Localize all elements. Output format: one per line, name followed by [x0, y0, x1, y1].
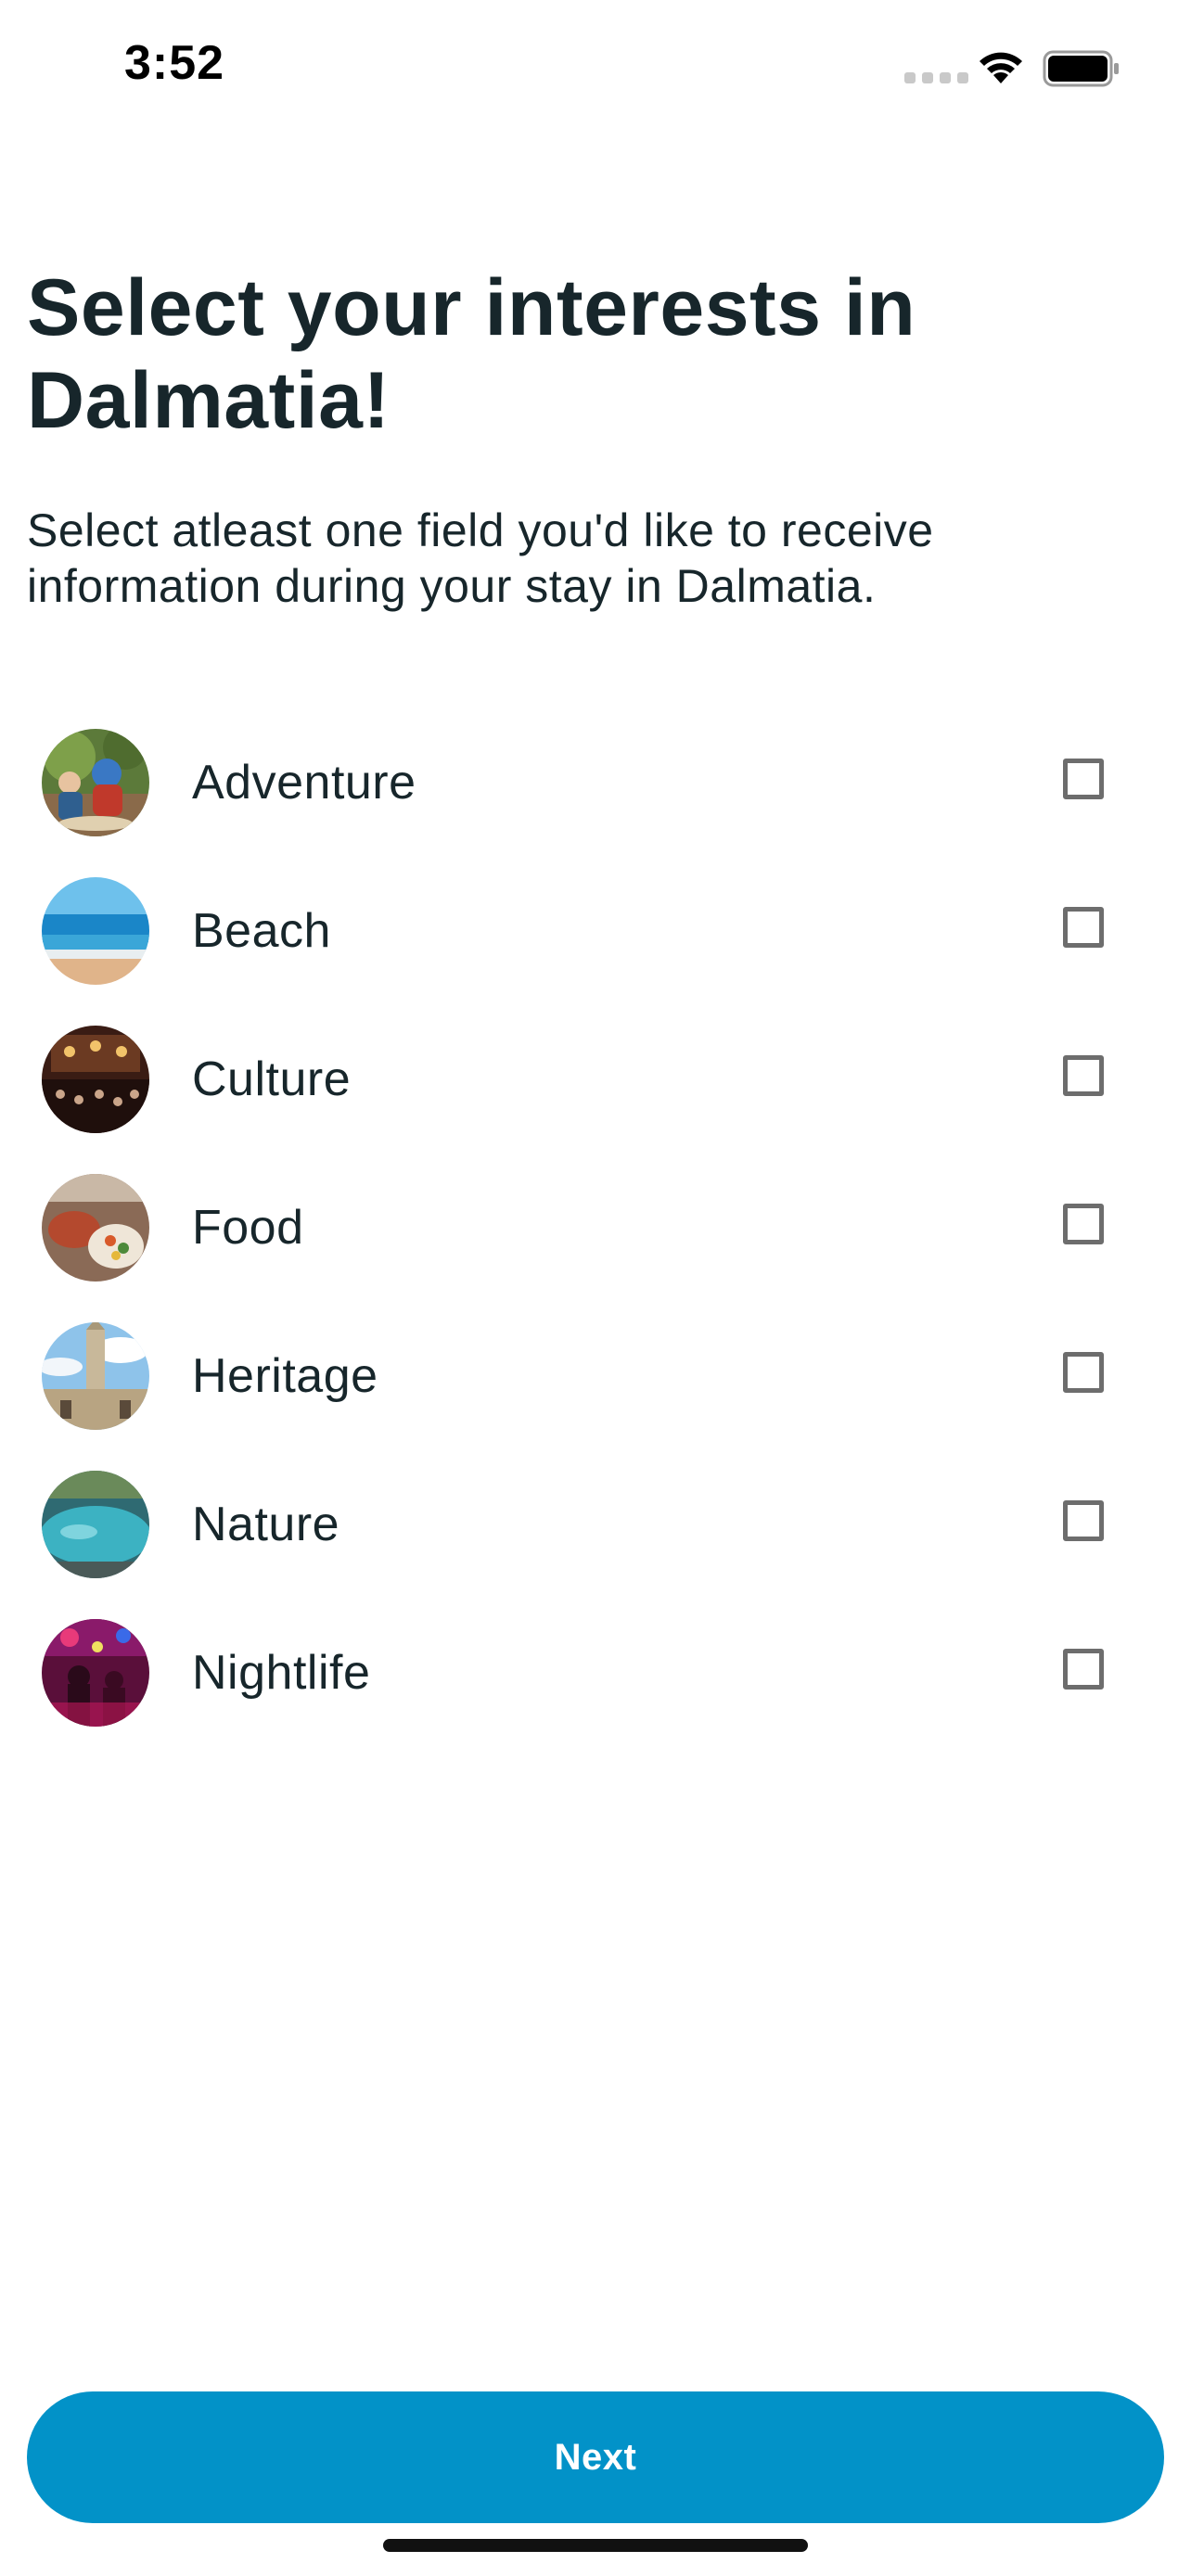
beach-photo-icon [42, 877, 149, 985]
page-title: Select your interests in Dalmatia! [27, 263, 916, 445]
status-time: 3:52 [124, 36, 225, 90]
interest-label: Culture [192, 1052, 352, 1106]
interest-item-nature[interactable]: Nature [0, 1450, 1191, 1599]
next-button[interactable]: Next [27, 2391, 1164, 2523]
culture-photo-icon [42, 1026, 149, 1133]
battery-icon [1043, 50, 1119, 87]
interest-label: Beach [192, 904, 331, 958]
nightlife-photo-icon [42, 1619, 149, 1727]
interest-list: Adventure Beach Culture Food Heritage Na… [0, 708, 1191, 1747]
interest-label: Nature [192, 1498, 340, 1551]
nature-checkbox[interactable] [1063, 1500, 1104, 1541]
interest-label: Heritage [192, 1349, 378, 1403]
adventure-checkbox[interactable] [1063, 759, 1104, 799]
interest-item-adventure[interactable]: Adventure [0, 708, 1191, 857]
wifi-icon [980, 52, 1022, 83]
cellular-signal-icon [904, 72, 968, 83]
beach-checkbox[interactable] [1063, 907, 1104, 948]
interest-item-food[interactable]: Food [0, 1154, 1191, 1302]
interest-label: Nightlife [192, 1646, 371, 1700]
home-indicator [383, 2539, 808, 2552]
interest-item-beach[interactable]: Beach [0, 857, 1191, 1005]
food-checkbox[interactable] [1063, 1204, 1104, 1244]
page-subtitle: Select atleast one field you'd like to r… [27, 504, 934, 612]
food-photo-icon [42, 1174, 149, 1282]
adventure-photo-icon [42, 729, 149, 836]
interest-label: Adventure [192, 756, 416, 810]
interest-label: Food [192, 1201, 304, 1255]
nature-photo-icon [42, 1471, 149, 1578]
interest-item-nightlife[interactable]: Nightlife [0, 1599, 1191, 1747]
culture-checkbox[interactable] [1063, 1055, 1104, 1096]
heritage-checkbox[interactable] [1063, 1352, 1104, 1393]
interest-item-heritage[interactable]: Heritage [0, 1302, 1191, 1450]
interest-item-culture[interactable]: Culture [0, 1005, 1191, 1154]
heritage-photo-icon [42, 1322, 149, 1430]
nightlife-checkbox[interactable] [1063, 1649, 1104, 1690]
status-bar: 3:52 [0, 0, 1191, 139]
